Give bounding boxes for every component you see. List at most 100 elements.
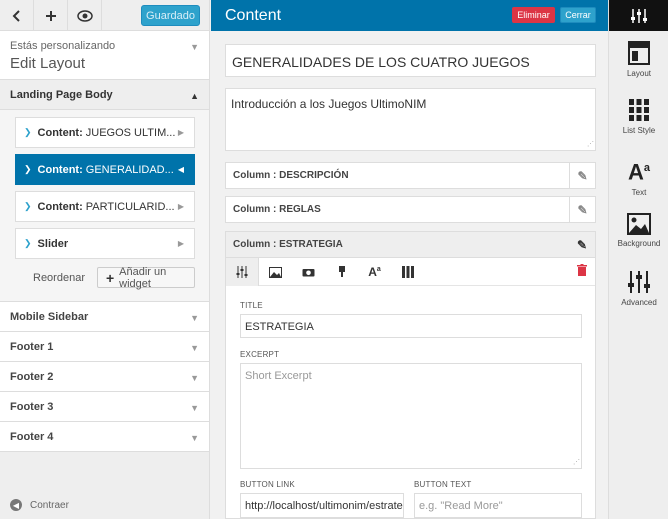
caret-up-icon: ▲ (190, 91, 199, 101)
widget-item[interactable]: ❯ Slider ▶ (15, 228, 195, 259)
column-row[interactable]: Column : REGLAS ✎ (225, 196, 596, 223)
button-text-label: BUTTON TEXT (414, 480, 472, 489)
plus-icon: + (105, 269, 115, 286)
toolbar-label: Advanced (621, 298, 657, 307)
customizer-topbar: Guardado (0, 0, 209, 31)
widget-item[interactable]: ❯ Content: JUEGOS ULTIM... ▶ (15, 117, 195, 148)
widget-name: PARTICULARID... (85, 200, 175, 213)
tab-camera[interactable] (292, 258, 325, 286)
resize-handle-icon[interactable]: ⋰ (573, 458, 580, 466)
title-field-input[interactable]: ESTRATEGIA (240, 314, 582, 338)
button-text-input[interactable]: e.g. "Read More" (414, 493, 582, 518)
arrow-right-icon: ▶ (177, 239, 184, 248)
excerpt-textarea[interactable]: Short Excerpt ⋰ (240, 363, 582, 469)
saved-button[interactable]: Guardado (141, 5, 200, 26)
excerpt-field-label: EXCERPT (240, 350, 280, 359)
widget-actions: Reordenar + Añadir un widget (15, 266, 195, 290)
plus-icon (45, 10, 56, 21)
section-label: Footer 1 (10, 340, 54, 353)
tab-image[interactable] (259, 258, 292, 286)
button-link-input[interactable]: http://localhost/ultimonim/estrate (240, 493, 404, 518)
tab-columns[interactable] (391, 258, 424, 286)
settings-toggle[interactable] (609, 0, 668, 31)
editor-title: Content (225, 7, 282, 24)
intro-text: Introducción a los Juegos UltimoNIM (231, 97, 427, 111)
toolbar-item-list-style[interactable]: List Style (609, 98, 668, 135)
arrow-right-icon: ▶ (177, 202, 184, 211)
section-label: Footer 4 (10, 430, 54, 443)
resize-handle-icon[interactable]: ⋰ (587, 140, 594, 148)
reorder-link[interactable]: Reordenar (33, 272, 85, 284)
widget-icon: ❯ (24, 201, 32, 211)
toolbar-item-advanced[interactable]: Advanced (609, 270, 668, 307)
section-footer-4[interactable]: Footer 4 ▼ (0, 422, 209, 452)
caret-down-icon: ▼ (190, 433, 199, 443)
text-icon: Aa (627, 159, 650, 185)
section-label: Mobile Sidebar (10, 310, 89, 323)
toolbar-label: Background (617, 239, 661, 248)
widget-prefix: Content: (37, 126, 83, 139)
pencil-icon[interactable]: ✎ (569, 197, 595, 222)
tab-settings[interactable] (226, 258, 259, 286)
section-landing-page-body[interactable]: Landing Page Body ▲ (0, 80, 209, 110)
toolbar-label: Text (631, 188, 647, 198)
pencil-icon[interactable]: ✎ (569, 163, 595, 188)
section-label: Footer 3 (10, 400, 54, 413)
trash-icon[interactable] (577, 264, 587, 279)
arrow-right-icon: ▶ (177, 128, 184, 137)
collapse-icon: ◀ (10, 499, 22, 511)
widget-icon: ❯ (24, 127, 32, 137)
brush-icon (338, 266, 345, 277)
section-footer-1[interactable]: Footer 1 ▼ (0, 332, 209, 362)
toolbar-item-text[interactable]: Aa Text (609, 156, 668, 198)
collapse-button[interactable]: ◀ Contraer (10, 499, 69, 511)
delete-button[interactable]: Eliminar (512, 7, 555, 23)
pencil-icon[interactable]: ✎ (569, 232, 595, 257)
caret-down-icon: ▼ (190, 313, 199, 323)
back-button[interactable] (0, 0, 34, 31)
app: Guardado Estás personalizando Edit Layou… (0, 0, 668, 519)
section-label: Landing Page Body (10, 88, 113, 101)
section-footer-3[interactable]: Footer 3 ▼ (0, 392, 209, 422)
background-image-icon (627, 213, 651, 235)
column-row[interactable]: Column : DESCRIPCIÓN ✎ (225, 162, 596, 189)
section-mobile-sidebar[interactable]: Mobile Sidebar ▼ (0, 302, 209, 332)
column-label: Column : REGLAS (233, 204, 321, 215)
columns-icon (401, 266, 414, 278)
tab-text[interactable]: Aa (358, 258, 391, 286)
widget-editor: Content Eliminar Cerrar GENERALIDADES DE… (211, 0, 608, 519)
customizing-title: Edit Layout (10, 55, 86, 72)
widget-item-active[interactable]: ❯ Content: GENERALIDAD... ◀ (15, 154, 195, 185)
column-row-open[interactable]: Column : ESTRATEGIA ✎ (225, 231, 596, 258)
column-tool-tabs: Aa (226, 258, 595, 286)
eye-icon (76, 9, 93, 22)
intro-textarea[interactable]: Introducción a los Juegos UltimoNIM ⋰ (225, 88, 596, 151)
editor-header: Content Eliminar Cerrar (211, 0, 608, 31)
widget-prefix: Content: (37, 200, 83, 213)
widget-name: GENERALIDAD... (85, 163, 174, 176)
widget-prefix: Slider (37, 237, 69, 250)
customizing-header: Estás personalizando Edit Layout ▼ (0, 31, 209, 80)
caret-down-icon[interactable]: ▼ (190, 42, 199, 52)
section-footer-2[interactable]: Footer 2 ▼ (0, 362, 209, 392)
add-button[interactable] (34, 0, 68, 31)
collapse-label: Contraer (30, 499, 69, 511)
sliders-icon (236, 266, 248, 278)
layout-icon (628, 41, 650, 65)
add-widget-button[interactable]: + Añadir un widget (96, 266, 195, 290)
content-title-input[interactable]: GENERALIDADES DE LOS CUATRO JUEGOS (225, 44, 596, 77)
close-button[interactable]: Cerrar (560, 7, 596, 23)
camera-icon (302, 269, 315, 277)
toolbar-item-layout[interactable]: Layout (609, 41, 668, 78)
widget-item[interactable]: ❯ Content: PARTICULARID... ▶ (15, 191, 195, 222)
chevron-left-icon (12, 9, 20, 22)
column-label: Column : ESTRATEGIA (233, 239, 343, 250)
tab-brush[interactable] (325, 258, 358, 286)
widget-name: JUEGOS ULTIM... (85, 126, 176, 139)
toolbar-item-background[interactable]: Background (609, 213, 668, 248)
list-style-icon (629, 99, 649, 121)
column-label: Column : DESCRIPCIÓN (233, 170, 349, 181)
text-size-icon: Aa (368, 265, 381, 279)
sliders-icon (630, 8, 647, 23)
preview-button[interactable] (68, 0, 102, 31)
